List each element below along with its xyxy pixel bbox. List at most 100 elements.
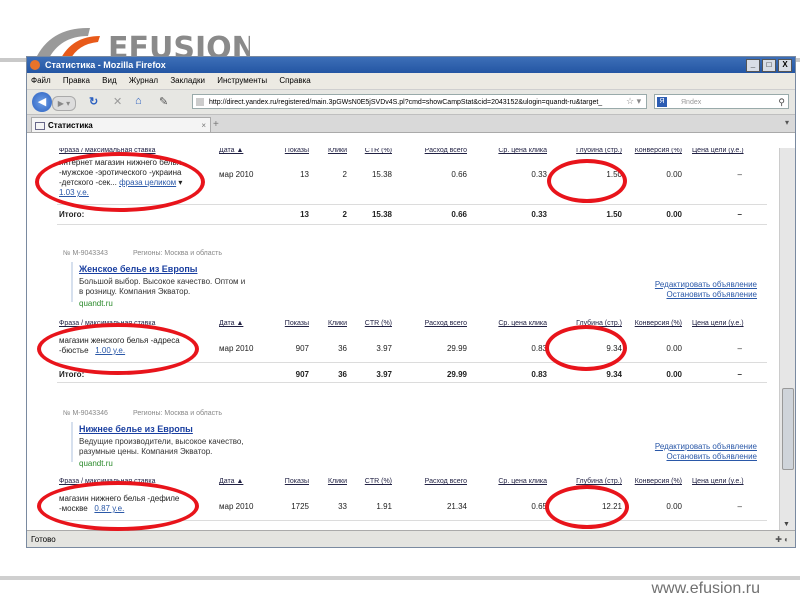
column-header-shows[interactable]: Показы [275,320,309,327]
ad-title-link[interactable]: Женское белье из Европы [79,264,197,274]
column-header-cpc[interactable]: Ср. цена клика [482,320,547,327]
column-header-clicks[interactable]: Клики [319,320,347,327]
reload-icon[interactable]: ↻ [89,95,98,108]
column-header-clicks[interactable]: Клики [319,148,347,154]
column-header-clicks[interactable]: Клики [319,478,347,485]
status-text: Готово [31,535,56,544]
row-divider [57,224,767,225]
ad-regions: Регионы: Москва и область [133,410,223,417]
star-icon[interactable]: ☆ ▾ [626,96,641,107]
highlight-circle [547,159,627,203]
site-url: www.efusion.ru [651,580,761,597]
tab-list-icon[interactable]: ▾ [785,118,789,127]
vertical-scrollbar[interactable]: ▼ [779,148,795,530]
column-header-conv[interactable]: Конверсия (%) [627,478,682,485]
column-header-goal[interactable]: Цена цели (у.е.) [692,320,744,327]
cell-spend: 29.99 [446,344,467,353]
cell-shows: 1725 [291,502,309,511]
column-header-conv[interactable]: Конверсия (%) [627,320,682,327]
address-bar[interactable]: http://direct.yandex.ru/registered/main.… [192,94,647,109]
address-url: http://direct.yandex.ru/registered/main.… [209,99,603,106]
column-header-goal[interactable]: Цена цели (у.е.) [692,148,744,154]
tab-label: Статистика [48,121,93,130]
cell-cpc: 0.83 [531,344,547,353]
column-header-conv[interactable]: Конверсия (%) [627,148,682,154]
column-header-spend[interactable]: Расход всего [407,320,467,327]
column-header-spend[interactable]: Расход всего [407,148,467,154]
column-header-depth[interactable]: Глубина (стр.) [557,478,622,485]
scroll-down-icon[interactable]: ▼ [783,521,790,528]
cell-conv: 0.00 [666,344,682,353]
ad-text-line: в розницу. Компания Экватор. [79,287,191,296]
column-header-date[interactable]: Дата ▲ [219,148,243,154]
total-shows: 13 [300,210,309,219]
total-goal: – [737,370,742,379]
cell-ctr: 1.91 [376,502,392,511]
scrollbar-thumb[interactable] [782,388,794,470]
menu-file[interactable]: Файл [31,76,51,85]
status-addon-icons[interactable]: ✚ ◐ [775,531,789,547]
edit-ad-link[interactable]: Редактировать объявление [655,280,757,289]
column-header-depth[interactable]: Глубина (стр.) [557,148,622,154]
cell-clicks: 33 [338,502,347,511]
window-title: Статистика - Mozilla Firefox [45,60,166,70]
back-icon[interactable]: ◀ [32,92,52,112]
tab-close-icon[interactable]: × [201,118,206,133]
cell-shows: 13 [300,170,309,179]
browser-window: Статистика - Mozilla Firefox _ □ X Файл … [26,56,796,548]
search-placeholder: Яndex [681,99,702,106]
column-header-cpc[interactable]: Ср. цена клика [482,478,547,485]
column-header-date[interactable]: Дата ▲ [219,478,243,485]
highlight-circle [37,481,199,531]
menu-edit[interactable]: Правка [63,76,90,85]
column-header-ctr[interactable]: CTR (%) [352,320,392,327]
edit-ad-link[interactable]: Редактировать объявление [655,442,757,451]
forward-icon[interactable]: ▶ ▾ [52,96,76,111]
search-icon[interactable]: ⚲ [778,95,785,110]
ad-title-link[interactable]: Нижнее белье из Европы [79,424,193,434]
maximize-button[interactable]: □ [762,59,776,72]
column-header-cpc[interactable]: Ср. цена клика [482,148,547,154]
cell-ctr: 15.38 [371,170,392,179]
home-icon[interactable]: ⌂ [135,95,142,107]
menu-bookmarks[interactable]: Закладки [170,76,205,85]
total-label: Итого: [59,210,85,219]
cell-goal: – [737,170,742,179]
stop-ad-link[interactable]: Остановить объявление [666,452,757,461]
stop-ad-link[interactable]: Остановить объявление [666,290,757,299]
tab-statistics[interactable]: Статистика × [31,117,211,132]
total-spend: 29.99 [446,370,467,379]
cell-goal: – [737,502,742,511]
menu-bar: Файл Правка Вид Журнал Закладки Инструме… [27,73,795,90]
close-button[interactable]: X [778,59,792,72]
column-header-ctr[interactable]: CTR (%) [352,478,392,485]
ad-url: quandt.ru [79,299,113,308]
highlight-circle [545,325,627,371]
bookmark-tool-icon[interactable]: ✎ [159,95,168,108]
column-header-goal[interactable]: Цена цели (у.е.) [692,478,744,485]
menu-help[interactable]: Справка [279,76,310,85]
total-depth: 9.34 [606,370,622,379]
menu-tools[interactable]: Инструменты [217,76,267,85]
total-ctr: 3.97 [376,370,392,379]
new-tab-icon[interactable]: + [213,118,227,131]
column-header-ctr[interactable]: CTR (%) [352,148,392,154]
menu-view[interactable]: Вид [102,76,116,85]
total-conv: 0.00 [666,210,682,219]
stop-icon[interactable]: ✕ [113,95,122,108]
column-header-date[interactable]: Дата ▲ [219,320,243,327]
total-cpc: 0.83 [531,370,547,379]
column-header-shows[interactable]: Показы [275,148,309,154]
column-header-shows[interactable]: Показы [275,478,309,485]
menu-history[interactable]: Журнал [129,76,158,85]
ad-id: № M-9043343 [63,250,108,257]
total-conv: 0.00 [666,370,682,379]
column-header-spend[interactable]: Расход всего [407,478,467,485]
yandex-icon[interactable]: Я [657,97,667,107]
search-input[interactable]: Я Яndex ⚲ [654,94,789,109]
cell-clicks: 36 [338,344,347,353]
cell-date: мар 2010 [219,502,254,511]
ad-regions: Регионы: Москва и область [133,250,223,257]
minimize-button[interactable]: _ [746,59,760,72]
cell-spend: 21.34 [446,502,467,511]
